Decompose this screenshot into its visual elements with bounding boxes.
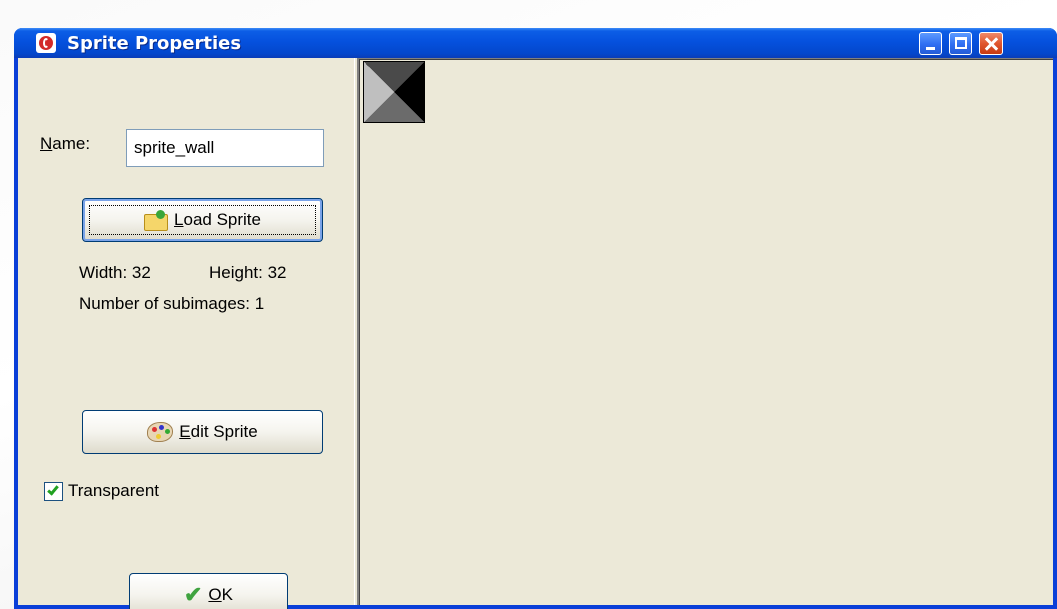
title-bar[interactable]: Sprite Properties xyxy=(14,28,1057,58)
folder-open-icon xyxy=(144,210,169,231)
sprite-preview-image xyxy=(363,61,425,123)
height-info: Height: 32 xyxy=(209,263,287,282)
width-info: Width: 32 xyxy=(79,263,151,282)
checkmark-icon: ✔ xyxy=(183,582,203,607)
minimize-button[interactable] xyxy=(919,32,942,55)
game-maker-icon[interactable] xyxy=(36,33,56,53)
close-button[interactable] xyxy=(979,32,1003,55)
subimages-info: Number of subimages: 1 xyxy=(79,294,265,313)
maximize-button[interactable] xyxy=(949,32,972,55)
palette-icon xyxy=(147,422,174,442)
edit-sprite-label: Edit Sprite xyxy=(179,422,258,441)
name-label: Name: xyxy=(40,134,91,153)
load-sprite-button[interactable]: Load Sprite xyxy=(82,198,323,242)
edit-sprite-button[interactable]: Edit Sprite xyxy=(82,410,323,454)
transparent-label[interactable]: Transparent xyxy=(68,481,159,501)
ok-button[interactable]: ✔ OK xyxy=(129,573,288,609)
window-title: Sprite Properties xyxy=(67,33,242,54)
ok-label: OK xyxy=(208,585,233,604)
sprite-preview-area xyxy=(358,58,1053,605)
sprite-properties-window: Sprite Properties Name: Load Sprite Widt… xyxy=(14,28,1057,609)
name-input[interactable] xyxy=(126,129,324,167)
transparent-checkbox[interactable] xyxy=(44,482,63,501)
properties-panel: Name: Load Sprite Width: 32 Height: 32 N… xyxy=(18,58,354,609)
minimize-icon xyxy=(926,47,935,50)
checkmark-icon xyxy=(47,483,59,496)
focus-rectangle xyxy=(89,205,316,235)
window-client-area: Name: Load Sprite Width: 32 Height: 32 N… xyxy=(18,58,1053,609)
maximize-icon xyxy=(955,37,967,49)
